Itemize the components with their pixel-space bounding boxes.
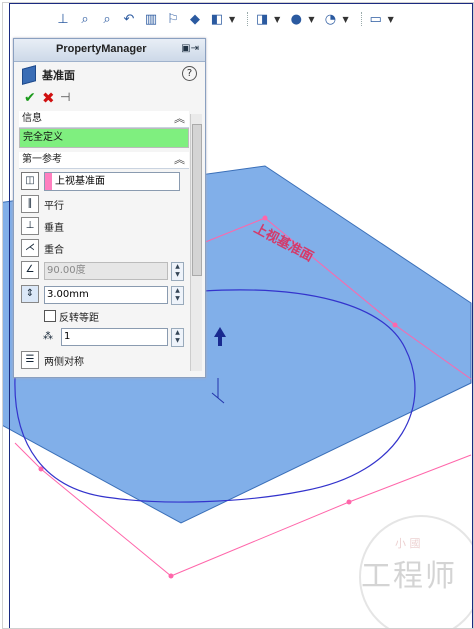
viewport-border — [9, 3, 473, 628]
app-window: 上视基准面 ⊥ ⌕ ⌕ ↶ ▥ ⚐ ◆ ◧ ▼ ◨ ▼ ● ▼ ◔ ▼ ▭ ▼ … — [2, 2, 474, 629]
